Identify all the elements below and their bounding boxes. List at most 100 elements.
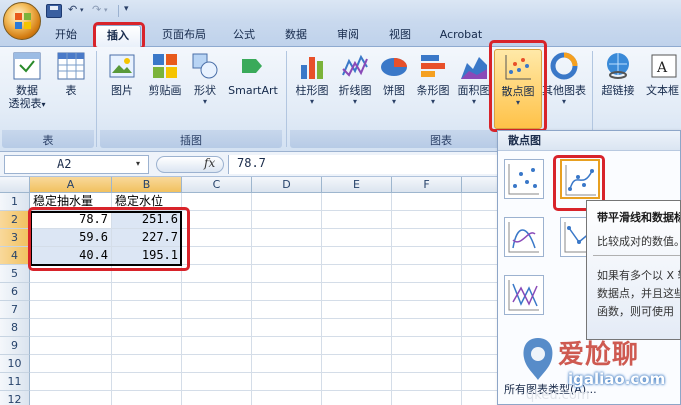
empty-cell[interactable]: [322, 247, 392, 265]
tab-insert[interactable]: 插入: [95, 25, 141, 47]
empty-cell[interactable]: [30, 283, 112, 301]
customize-quick-access-icon[interactable]: ▾: [124, 4, 129, 14]
empty-cell[interactable]: [30, 355, 112, 373]
empty-cell[interactable]: [462, 373, 500, 391]
picture-button[interactable]: 图片: [102, 51, 142, 97]
tab-data[interactable]: 数据: [274, 25, 318, 47]
worksheet-grid[interactable]: A B C D E F 1 2 3 4 5 6 7 8 9 10 11 12 稳…: [0, 177, 500, 405]
pie-chart-button[interactable]: 饼图 ▾: [376, 51, 412, 106]
empty-cell[interactable]: [392, 247, 462, 265]
empty-cell[interactable]: [112, 319, 182, 337]
column-chart-button[interactable]: 柱形图 ▾: [290, 51, 334, 106]
undo-icon[interactable]: ↶: [68, 3, 77, 16]
empty-cell[interactable]: [322, 283, 392, 301]
row-header-10[interactable]: 10: [0, 355, 30, 373]
empty-cell[interactable]: [322, 391, 392, 405]
cell-a1[interactable]: 稳定抽水量: [30, 193, 112, 211]
empty-cell[interactable]: [462, 301, 500, 319]
row-header-8[interactable]: 8: [0, 319, 30, 337]
empty-cell[interactable]: [392, 301, 462, 319]
column-header-d[interactable]: D: [252, 177, 322, 193]
row-header-4[interactable]: 4: [0, 247, 30, 265]
empty-cell[interactable]: [322, 319, 392, 337]
empty-cell[interactable]: [252, 319, 322, 337]
row-header-5[interactable]: 5: [0, 265, 30, 283]
empty-cell[interactable]: [462, 355, 500, 373]
empty-cell[interactable]: [322, 301, 392, 319]
bar-chart-button[interactable]: 条形图 ▾: [412, 51, 454, 106]
empty-cell[interactable]: [182, 319, 252, 337]
pivot-table-button[interactable]: 数据 透视表▾: [4, 51, 50, 111]
empty-cell[interactable]: [322, 229, 392, 247]
tab-view[interactable]: 视图: [378, 25, 422, 47]
empty-cell[interactable]: [462, 283, 500, 301]
insert-function-icon[interactable]: fx: [204, 156, 215, 170]
row-header-7[interactable]: 7: [0, 301, 30, 319]
row-header-3[interactable]: 3: [0, 229, 30, 247]
empty-cell[interactable]: [182, 211, 252, 229]
empty-cell[interactable]: [30, 319, 112, 337]
column-header-g[interactable]: [462, 177, 500, 193]
row-header-2[interactable]: 2: [0, 211, 30, 229]
empty-cell[interactable]: [462, 193, 500, 211]
select-all-corner[interactable]: [0, 177, 30, 193]
empty-cell[interactable]: [462, 265, 500, 283]
save-icon[interactable]: [46, 4, 62, 18]
cell-a4[interactable]: 40.4: [30, 247, 112, 265]
empty-cell[interactable]: [182, 355, 252, 373]
column-header-e[interactable]: E: [322, 177, 392, 193]
hyperlink-button[interactable]: 超链接: [596, 51, 640, 97]
empty-cell[interactable]: [182, 337, 252, 355]
table-button[interactable]: 表: [54, 51, 88, 97]
empty-cell[interactable]: [182, 283, 252, 301]
empty-cell[interactable]: [252, 373, 322, 391]
cell-a3[interactable]: 59.6: [30, 229, 112, 247]
empty-cell[interactable]: [322, 211, 392, 229]
tab-page-layout[interactable]: 页面布局: [150, 25, 218, 47]
cell-b4[interactable]: 195.1: [112, 247, 182, 265]
scatter-smooth-lines-option[interactable]: [504, 217, 544, 257]
empty-cell[interactable]: [112, 301, 182, 319]
cell-b3[interactable]: 227.7: [112, 229, 182, 247]
empty-cell[interactable]: [252, 391, 322, 405]
column-header-f[interactable]: F: [392, 177, 462, 193]
empty-cell[interactable]: [252, 301, 322, 319]
row-header-6[interactable]: 6: [0, 283, 30, 301]
empty-cell[interactable]: [252, 247, 322, 265]
cell-a2[interactable]: 78.7: [30, 211, 112, 229]
empty-cell[interactable]: [392, 229, 462, 247]
empty-cell[interactable]: [392, 337, 462, 355]
empty-cell[interactable]: [112, 391, 182, 405]
empty-cell[interactable]: [322, 337, 392, 355]
name-box[interactable]: A2: [4, 155, 149, 174]
row-header-9[interactable]: 9: [0, 337, 30, 355]
empty-cell[interactable]: [392, 391, 462, 405]
empty-cell[interactable]: [392, 283, 462, 301]
empty-cell[interactable]: [392, 193, 462, 211]
empty-cell[interactable]: [30, 373, 112, 391]
empty-cell[interactable]: [182, 391, 252, 405]
empty-cell[interactable]: [392, 265, 462, 283]
cell-b2[interactable]: 251.6: [112, 211, 182, 229]
empty-cell[interactable]: [462, 211, 500, 229]
formula-input[interactable]: 78.7: [228, 155, 500, 174]
empty-cell[interactable]: [252, 337, 322, 355]
column-header-b[interactable]: B: [112, 177, 182, 193]
empty-cell[interactable]: [462, 319, 500, 337]
empty-cell[interactable]: [112, 373, 182, 391]
empty-cell[interactable]: [252, 193, 322, 211]
empty-cell[interactable]: [182, 373, 252, 391]
scatter-smooth-markers-option[interactable]: [560, 159, 600, 199]
empty-cell[interactable]: [112, 265, 182, 283]
empty-cell[interactable]: [252, 283, 322, 301]
area-chart-button[interactable]: 面积图 ▾: [454, 51, 494, 106]
empty-cell[interactable]: [252, 211, 322, 229]
smartart-button[interactable]: SmartArt: [224, 51, 282, 97]
redo-icon[interactable]: ↷: [92, 3, 101, 16]
empty-cell[interactable]: [30, 391, 112, 405]
row-header-12[interactable]: 12: [0, 391, 30, 405]
empty-cell[interactable]: [462, 391, 500, 405]
empty-cell[interactable]: [252, 265, 322, 283]
empty-cell[interactable]: [112, 337, 182, 355]
name-box-dropdown-icon[interactable]: ▾: [136, 159, 140, 168]
